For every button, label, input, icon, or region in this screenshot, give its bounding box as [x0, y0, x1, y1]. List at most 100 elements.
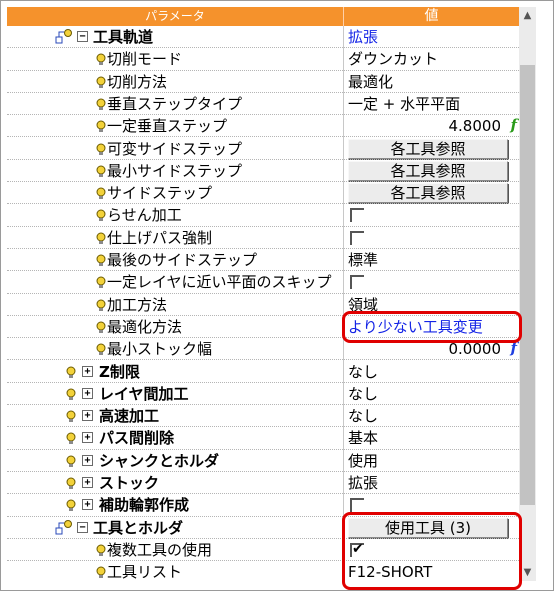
parameter-row[interactable]: 一定レイヤに近い平面のスキップ	[7, 271, 519, 294]
value-checkbox[interactable]	[350, 208, 364, 223]
parameter-value-cell[interactable]	[344, 539, 519, 561]
parameter-value-cell[interactable]: なし	[344, 383, 519, 405]
scroll-down-arrow-icon[interactable]: ▼	[519, 564, 536, 581]
parameter-value-cell[interactable]: 0.0000 f	[344, 338, 519, 360]
parameter-value-cell[interactable]: 各工具参照	[344, 138, 519, 160]
vertical-scrollbar[interactable]: ▲ ▼	[519, 7, 536, 581]
parameter-name-cell[interactable]: 最小サイドステップ	[7, 160, 343, 182]
parameter-value-cell[interactable]: 最適化	[344, 71, 519, 93]
parameter-value-cell[interactable]: 使用	[344, 450, 519, 472]
expand-toggle-icon[interactable]: +	[82, 365, 93, 377]
collapse-toggle-icon[interactable]: −	[77, 31, 88, 42]
parameter-name-cell[interactable]: らせん加工	[7, 204, 343, 226]
parameter-value-cell[interactable]	[344, 227, 519, 249]
parameter-name-cell[interactable]: 仕上げパス強制	[7, 227, 343, 249]
expand-toggle-icon[interactable]: +	[82, 477, 93, 488]
expand-toggle-icon[interactable]: +	[82, 499, 93, 511]
expand-toggle-icon[interactable]: +	[82, 454, 93, 466]
parameter-value-cell[interactable]	[344, 204, 519, 226]
parameter-row[interactable]: 一定垂直ステップ 4.8000 f	[7, 115, 519, 138]
value-checkbox[interactable]	[350, 541, 364, 557]
value-button[interactable]: 各工具参照	[348, 160, 508, 181]
parameter-name-cell[interactable]: + ストック	[7, 472, 343, 494]
parameter-value-cell[interactable]: 一定 + 水平平面	[344, 93, 519, 115]
parameter-name-cell[interactable]: 最適化方法	[7, 316, 343, 338]
parameter-value-cell[interactable]: より少ない工具変更	[344, 316, 519, 338]
parameter-row[interactable]: − 工具軌道 拡張	[7, 26, 519, 49]
parameter-row[interactable]: + Z制限 なし	[7, 361, 519, 383]
parameter-row[interactable]: 仕上げパス強制	[7, 227, 519, 249]
parameter-name-cell[interactable]: − 工具軌道	[7, 26, 343, 48]
parameter-row[interactable]: 最小ストック幅 0.0000 f	[7, 338, 519, 361]
expand-toggle-icon[interactable]: +	[82, 387, 93, 399]
parameter-value-cell[interactable]: 使用工具 (3)	[344, 517, 519, 539]
expand-toggle-icon[interactable]: +	[82, 432, 93, 444]
value-checkbox[interactable]	[350, 275, 364, 290]
parameter-name-cell[interactable]: − 工具とホルダ	[7, 517, 343, 539]
function-icon[interactable]: f	[511, 338, 517, 358]
scrollbar-thumb[interactable]	[520, 65, 535, 505]
parameter-row[interactable]: 最適化方法 より少ない工具変更	[7, 316, 519, 339]
parameter-row[interactable]: + 高速加工 なし	[7, 405, 519, 428]
parameter-row[interactable]: + 補助輪郭作成	[7, 494, 519, 517]
parameter-row[interactable]: 最後のサイドステップ 標準	[7, 249, 519, 272]
parameter-row[interactable]: + パス間削除 基本	[7, 427, 519, 450]
parameter-row[interactable]: − 工具とホルダ 使用工具 (3)	[7, 517, 519, 539]
parameter-value-cell[interactable]: 各工具参照	[344, 160, 519, 182]
parameter-name-cell[interactable]: 一定レイヤに近い平面のスキップ	[7, 271, 343, 293]
parameter-row[interactable]: 最小サイドステップ 各工具参照	[7, 160, 519, 183]
column-header-value[interactable]: 値	[344, 7, 519, 26]
parameter-name-cell[interactable]: 加工方法	[7, 294, 343, 316]
value-button[interactable]: 使用工具 (3)	[348, 517, 508, 538]
expand-toggle-icon[interactable]: +	[82, 410, 93, 422]
parameter-name-cell[interactable]: + シャンクとホルダ	[7, 450, 343, 472]
parameter-row[interactable]: 加工方法 領域	[7, 294, 519, 316]
parameter-name-cell[interactable]: + 高速加工	[7, 405, 343, 427]
parameter-name-cell[interactable]: + レイヤ間加工	[7, 383, 343, 405]
parameter-name-cell[interactable]: 切削モード	[7, 48, 343, 70]
parameter-name-cell[interactable]: サイドステップ	[7, 182, 343, 204]
value-button[interactable]: 各工具参照	[348, 183, 508, 204]
parameter-name-cell[interactable]: 最後のサイドステップ	[7, 249, 343, 271]
parameter-row[interactable]: 切削方法 最適化	[7, 71, 519, 93]
function-icon[interactable]: f	[511, 115, 517, 135]
parameter-value-cell[interactable]	[344, 271, 519, 293]
collapse-toggle-icon[interactable]: −	[77, 521, 88, 533]
parameter-row[interactable]: + シャンクとホルダ 使用	[7, 450, 519, 472]
parameter-name-cell[interactable]: 垂直ステップタイプ	[7, 93, 343, 115]
parameter-name-cell[interactable]: 一定垂直ステップ	[7, 115, 343, 137]
parameter-value-cell[interactable]: 各工具参照	[344, 182, 519, 204]
parameter-row[interactable]: 垂直ステップタイプ 一定 + 水平平面	[7, 93, 519, 116]
parameter-name-cell[interactable]: + Z制限	[7, 361, 343, 383]
parameter-value-cell[interactable]: 領域	[344, 294, 519, 316]
parameter-value-cell[interactable]: 拡張	[344, 26, 519, 48]
parameter-name-cell[interactable]: 可変サイドステップ	[7, 138, 343, 160]
parameter-name-cell[interactable]: + パス間削除	[7, 427, 343, 449]
parameter-value-cell[interactable]: ダウンカット	[344, 48, 519, 70]
value-button[interactable]: 各工具参照	[348, 138, 508, 159]
parameter-row[interactable]: 工具リスト F12-SHORT	[7, 561, 519, 581]
parameter-value-cell[interactable]: F12-SHORT	[344, 561, 519, 581]
parameter-name-cell[interactable]: 切削方法	[7, 71, 343, 93]
parameter-value-cell[interactable]: 基本	[344, 427, 519, 449]
value-checkbox[interactable]	[350, 498, 364, 513]
parameter-value-cell[interactable]: なし	[344, 361, 519, 383]
parameter-row[interactable]: 複数工具の使用	[7, 539, 519, 562]
parameter-row[interactable]: 切削モード ダウンカット	[7, 48, 519, 71]
parameter-value-cell[interactable]	[344, 494, 519, 516]
parameter-value-cell[interactable]: 拡張	[344, 472, 519, 494]
value-checkbox[interactable]	[350, 230, 364, 245]
parameter-name-cell[interactable]: 工具リスト	[7, 561, 343, 581]
scroll-up-arrow-icon[interactable]: ▲	[519, 7, 536, 24]
parameter-name-cell[interactable]: + 補助輪郭作成	[7, 494, 343, 516]
parameter-value-cell[interactable]: なし	[344, 405, 519, 427]
parameter-row[interactable]: + ストック 拡張	[7, 472, 519, 495]
parameter-value-cell[interactable]: 4.8000 f	[344, 115, 519, 137]
parameter-name-cell[interactable]: 最小ストック幅	[7, 338, 343, 360]
parameter-name-cell[interactable]: 複数工具の使用	[7, 539, 343, 561]
parameter-row[interactable]: らせん加工	[7, 204, 519, 227]
parameter-value-cell[interactable]: 標準	[344, 249, 519, 271]
parameter-row[interactable]: + レイヤ間加工 なし	[7, 383, 519, 406]
parameter-row[interactable]: 可変サイドステップ 各工具参照	[7, 138, 519, 160]
column-header-parameter[interactable]: パラメータ	[7, 7, 344, 26]
